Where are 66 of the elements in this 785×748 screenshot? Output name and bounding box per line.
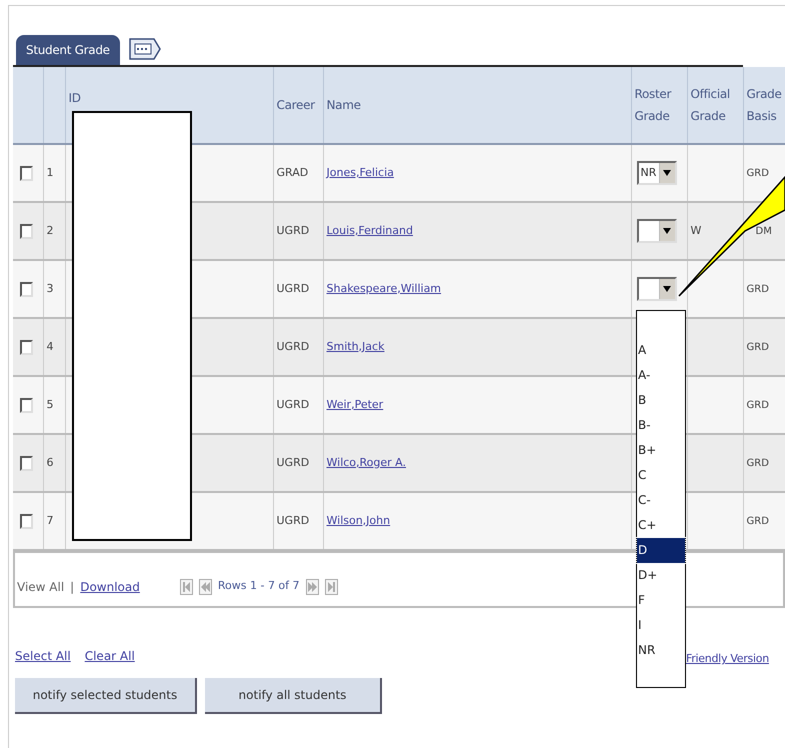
dropdown-option[interactable]: A- (637, 363, 685, 388)
dropdown-option[interactable]: B (637, 388, 685, 413)
view-all-link[interactable]: View All (17, 578, 64, 596)
caret-icon (663, 228, 671, 234)
text-link[interactable]: Clear All (84, 647, 135, 665)
notify-button[interactable]: notify selected students (15, 678, 197, 714)
dropdown-option[interactable]: I (637, 613, 685, 638)
student-name-link[interactable]: Louis,Ferdinand (326, 224, 413, 237)
download-link[interactable]: Download (80, 578, 140, 596)
official-grade-text: W (690, 224, 702, 237)
grade-basis-text: GRD (746, 284, 769, 294)
row-checkbox[interactable] (20, 166, 33, 180)
grade-basis-text: GRD (746, 168, 769, 178)
row-number: 1 (46, 166, 54, 179)
text-link[interactable]: Select All (15, 647, 71, 665)
printer-friendly-link[interactable]: Friendly Version (686, 651, 769, 668)
row-checkbox[interactable] (20, 224, 33, 238)
grade-basis-text: GRD (746, 342, 769, 352)
student-name-link[interactable]: Jones,Felicia (326, 166, 394, 179)
roster-grade-select[interactable] (636, 219, 676, 243)
dropdown-option[interactable]: C+ (637, 513, 685, 538)
dropdown-option[interactable]: C (637, 463, 685, 488)
career-text: UGRD (276, 282, 310, 295)
student-name-link[interactable]: Wilco,Roger A. (326, 456, 406, 469)
separator-text: | (70, 578, 74, 596)
caret-icon (663, 286, 671, 292)
row-checkbox[interactable] (20, 514, 33, 528)
grade-basis-text: DM (756, 226, 772, 236)
career-text: UGRD (276, 224, 310, 237)
row-checkbox[interactable] (20, 282, 33, 296)
notify-button[interactable]: notify all students (205, 678, 382, 714)
student-name-link[interactable]: Wilson,John (326, 514, 390, 527)
show-all-columns-icon[interactable] (128, 37, 162, 61)
dropdown-option[interactable]: C- (637, 488, 685, 513)
student-name-link[interactable]: Shakespeare,William (326, 282, 442, 295)
dropdown-option[interactable]: F (637, 588, 685, 613)
row-number: 4 (46, 340, 54, 353)
career-text: GRAD (276, 166, 308, 179)
dropdown-option[interactable]: B+ (637, 438, 685, 463)
dropdown-option[interactable]: B- (637, 413, 685, 438)
row-number: 2 (46, 224, 54, 237)
row-number: 3 (46, 282, 54, 295)
career-text: UGRD (276, 514, 310, 527)
dropdown-option[interactable]: A (637, 338, 685, 363)
row-number: 5 (46, 398, 54, 411)
career-text: UGRD (276, 340, 310, 353)
grade-basis-text: GRD (746, 516, 769, 526)
student-name-link[interactable]: Smith,Jack (326, 340, 384, 353)
roster-grade-select[interactable] (636, 277, 676, 301)
dropdown-option[interactable]: D (637, 538, 685, 563)
grade-basis-text: GRD (746, 400, 769, 410)
roster-grade-select[interactable]: NR (636, 161, 676, 185)
caret-icon (663, 170, 671, 176)
row-checkbox[interactable] (20, 398, 33, 412)
student-name-link[interactable]: Weir,Peter (326, 398, 384, 411)
tab[interactable]: Student Grade (16, 35, 120, 65)
dropdown-option[interactable]: NR (637, 638, 685, 663)
dropdown-option[interactable]: D+ (637, 563, 685, 588)
row-number: 7 (46, 514, 54, 527)
grade-basis-text: GRD (746, 458, 769, 468)
career-text: UGRD (276, 456, 310, 469)
career-text: UGRD (276, 398, 310, 411)
row-number: 6 (46, 456, 54, 469)
row-checkbox[interactable] (20, 340, 33, 354)
row-checkbox[interactable] (20, 456, 33, 470)
rows-count-text: Rows 1 - 7 of 7 (218, 578, 300, 594)
